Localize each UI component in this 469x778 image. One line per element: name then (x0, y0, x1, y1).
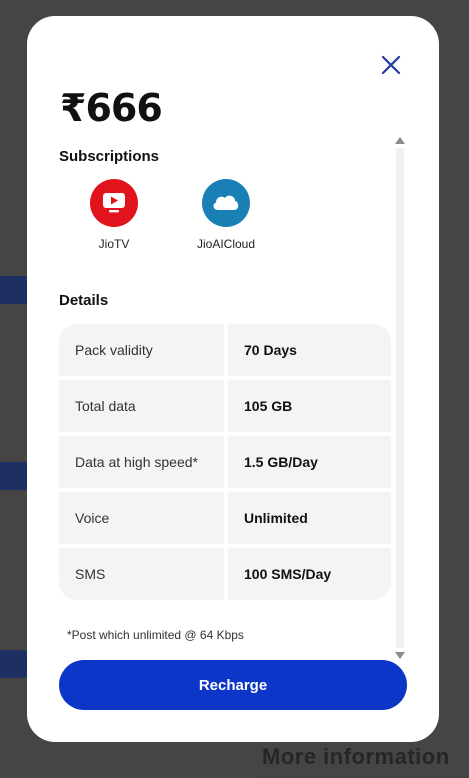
plan-details-modal: ₹666 Subscriptions JioTV JioAICloud Deta… (27, 16, 439, 742)
subscription-jiotv[interactable]: JioTV (59, 179, 169, 251)
table-row: Pack validity 70 Days (59, 324, 391, 376)
close-button[interactable] (376, 50, 406, 80)
detail-key: Total data (59, 380, 224, 432)
subscription-label: JioAICloud (196, 237, 256, 251)
play-tv-icon (90, 179, 138, 227)
subscriptions-title: Subscriptions (59, 148, 160, 165)
detail-value: 100 SMS/Day (228, 548, 391, 600)
table-row: SMS 100 SMS/Day (59, 548, 391, 600)
scrollbar-track[interactable] (396, 148, 404, 648)
subscriptions-list: JioTV JioAICloud (59, 179, 399, 259)
details-title: Details (59, 292, 109, 309)
footnote: *Post which unlimited @ 64 Kbps (67, 628, 244, 642)
table-row: Data at high speed* 1.5 GB/Day (59, 436, 391, 488)
cloud-icon (202, 179, 250, 227)
detail-key: Pack validity (59, 324, 224, 376)
scrollbar[interactable] (393, 134, 407, 662)
detail-key: SMS (59, 548, 224, 600)
scroll-up-arrow-icon[interactable] (395, 137, 405, 144)
subscription-label: JioTV (98, 237, 130, 251)
detail-value: Unlimited (228, 492, 391, 544)
detail-value: 1.5 GB/Day (228, 436, 391, 488)
details-table: Pack validity 70 Days Total data 105 GB … (59, 324, 391, 604)
detail-value: 105 GB (228, 380, 391, 432)
scroll-down-arrow-icon[interactable] (395, 652, 405, 659)
detail-key: Voice (59, 492, 224, 544)
plan-price: ₹666 (60, 86, 163, 130)
detail-key: Data at high speed* (59, 436, 224, 488)
table-row: Total data 105 GB (59, 380, 391, 432)
recharge-button[interactable]: Recharge (59, 660, 407, 710)
subscription-jioaicloud[interactable]: JioAICloud (171, 179, 281, 251)
detail-value: 70 Days (228, 324, 391, 376)
table-row: Voice Unlimited (59, 492, 391, 544)
close-icon (381, 55, 401, 75)
